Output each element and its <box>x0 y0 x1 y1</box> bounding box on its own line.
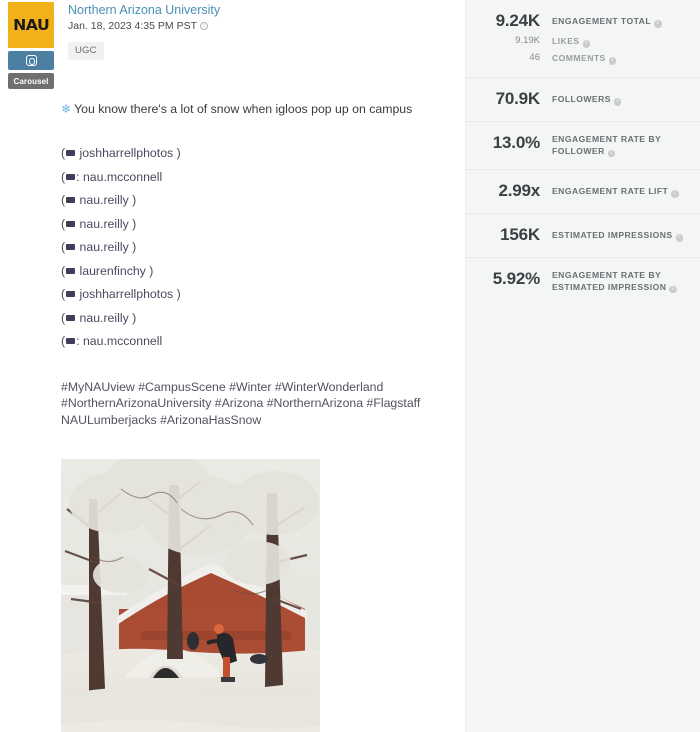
post-detail-column: NAU Carousel Northern Arizona University… <box>0 0 465 732</box>
metric-block: 5.92% ENGAGEMENT RATE BY ESTIMATED IMPRES… <box>466 258 700 305</box>
metric-sub-label: COMMENTS <box>552 51 617 65</box>
metric-block: 2.99x ENGAGEMENT RATE LIFT <box>466 170 700 214</box>
metric-label: ENGAGEMENT TOTAL <box>552 11 662 28</box>
list-item: ( joshharrellphotos ) <box>61 287 181 301</box>
photo-credit-list: ( joshharrellphotos ) (: nau.mcconnell ( n… <box>61 142 447 354</box>
metric-label: ESTIMATED IMPRESSIONS <box>552 225 684 242</box>
metric-row: 70.9K FOLLOWERS <box>476 89 690 109</box>
metric-label: ENGAGEMENT RATE LIFT <box>552 181 679 198</box>
camera-icon <box>66 314 76 321</box>
list-item: ( nau.reilly ) <box>61 193 137 207</box>
metric-label-text: ENGAGEMENT RATE BY FOLLOWER <box>552 134 662 156</box>
snowflake-icon: ❄ <box>61 102 72 116</box>
list-item: (: nau.mcconnell <box>61 334 163 348</box>
metric-sub-row: 9.19K LIKES <box>476 34 690 48</box>
camera-icon <box>66 338 76 344</box>
hashtag-text: #MyNAUview #CampusScene #Winter #WinterW… <box>61 379 421 427</box>
post-header: NAU Carousel Northern Arizona University… <box>0 0 465 89</box>
metric-value: 9.24K <box>495 11 541 30</box>
metric-sub-label-text: LIKES <box>552 36 580 46</box>
info-icon[interactable] <box>607 149 616 157</box>
list-item: ( joshharrellphotos ) <box>61 146 181 160</box>
info-icon[interactable] <box>608 57 617 65</box>
list-item: ( nau.reilly ) <box>61 216 137 231</box>
camera-icon <box>66 197 76 203</box>
metric-label-text: ENGAGEMENT TOTAL <box>552 16 652 26</box>
metric-label-text: ENGAGEMENT RATE BY ESTIMATED IMPRESSION <box>552 270 667 292</box>
metric-value: 2.99x <box>498 181 540 200</box>
list-item: (: nau.mcconnell <box>61 169 163 184</box>
metric-sub-label: LIKES <box>552 34 591 48</box>
metric-block: 156K ESTIMATED IMPRESSIONS <box>466 214 700 258</box>
metric-label-text: ESTIMATED IMPRESSIONS <box>552 230 673 240</box>
camera-icon <box>66 244 76 250</box>
instagram-icon <box>25 55 37 66</box>
metric-block: 70.9K FOLLOWERS <box>466 78 700 122</box>
avatar[interactable]: NAU <box>8 2 54 48</box>
post-media-thumbnail[interactable] <box>61 459 320 732</box>
post-analytics-page: NAU Carousel Northern Arizona University… <box>0 0 700 732</box>
instagram-icon-badge <box>8 51 54 70</box>
metric-label-text: ENGAGEMENT RATE LIFT <box>552 186 669 196</box>
metric-block: 9.24K ENGAGEMENT TOTAL 9.19K LIKES 46 COMMENT… <box>466 0 700 78</box>
metric-row: 5.92% ENGAGEMENT RATE BY ESTIMATED IMPRES… <box>476 269 690 293</box>
info-icon[interactable] <box>675 234 684 242</box>
info-icon[interactable] <box>654 20 662 28</box>
metric-value: 70.9K <box>495 89 541 108</box>
camera-icon <box>66 291 76 297</box>
camera-icon <box>66 173 76 180</box>
info-icon[interactable] <box>613 98 622 106</box>
post-caption-section: ❄ You know there's a lot of snow when ig… <box>0 89 465 428</box>
list-item: ( laurenfinchy ) <box>61 263 154 278</box>
camera-icon <box>66 150 76 156</box>
avatar-badge-stack: NAU Carousel <box>8 2 54 89</box>
metric-value: 5.92% <box>492 269 540 288</box>
list-item: ( nau.reilly ) <box>61 310 137 325</box>
account-name-link[interactable]: Northern Arizona University <box>68 3 220 18</box>
metric-label: FOLLOWERS <box>552 89 622 106</box>
metric-label: ENGAGEMENT RATE BY ESTIMATED IMPRESSION <box>552 269 684 293</box>
post-date-row: Jan. 18, 2023 4:35 PM PST <box>68 19 220 33</box>
metric-sub-label-text: COMMENTS <box>552 53 606 63</box>
metric-block: 13.0% ENGAGEMENT RATE BY FOLLOWER <box>466 122 700 170</box>
post-header-meta: Northern Arizona University Jan. 18, 202… <box>54 2 220 89</box>
metric-row: 13.0% ENGAGEMENT RATE BY FOLLOWER <box>476 133 690 157</box>
metric-sub-row: 46 COMMENTS <box>476 51 690 65</box>
post-type-badge: Carousel <box>8 73 54 89</box>
info-icon[interactable] <box>669 285 677 293</box>
media-image <box>61 459 320 732</box>
ugc-badge[interactable]: UGC <box>68 42 104 60</box>
metric-row: 2.99x ENGAGEMENT RATE LIFT <box>476 181 690 201</box>
metric-sub-value: 9.19K <box>515 35 540 46</box>
caption-text: You know there's a lot of snow when iglo… <box>74 102 413 116</box>
brand-logo-text: NAU <box>12 16 50 34</box>
metric-row: 9.24K ENGAGEMENT TOTAL <box>476 11 690 31</box>
caption-first-line: ❄ You know there's a lot of snow when ig… <box>61 101 447 118</box>
list-item: ( nau.reilly ) <box>61 240 137 254</box>
info-icon[interactable] <box>582 40 591 48</box>
metric-label: ENGAGEMENT RATE BY FOLLOWER <box>552 133 684 157</box>
camera-icon <box>66 220 76 227</box>
camera-icon <box>66 267 76 274</box>
metric-value: 156K <box>500 225 540 244</box>
metrics-panel: 9.24K ENGAGEMENT TOTAL 9.19K LIKES 46 COMMENT… <box>465 0 700 732</box>
info-icon[interactable] <box>200 22 208 30</box>
metric-label-text: FOLLOWERS <box>552 94 611 104</box>
post-date: Jan. 18, 2023 4:35 PM PST <box>68 20 197 32</box>
info-icon[interactable] <box>671 190 679 198</box>
metric-value: 13.0% <box>492 133 540 152</box>
metric-sub-value: 46 <box>529 52 540 63</box>
metric-row: 156K ESTIMATED IMPRESSIONS <box>476 225 690 245</box>
